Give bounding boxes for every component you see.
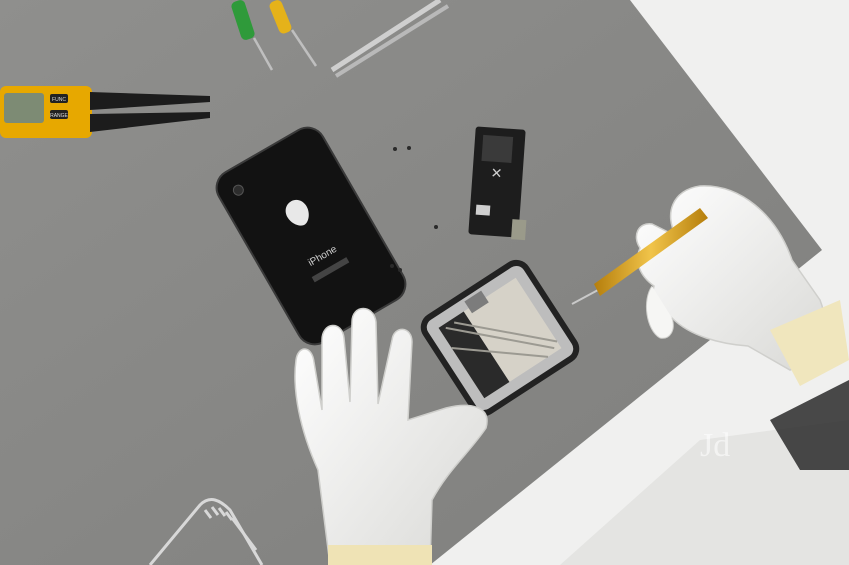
photo-scene: FUNC RANGE iPhone ✕ Jd [0,0,849,565]
watermark-text: Jd [700,427,730,464]
scene-svg: FUNC RANGE iPhone ✕ Jd [0,0,849,565]
svg-text:✕: ✕ [490,165,503,182]
tester-func-label: FUNC [52,97,66,103]
tester-range-label: RANGE [50,113,68,119]
